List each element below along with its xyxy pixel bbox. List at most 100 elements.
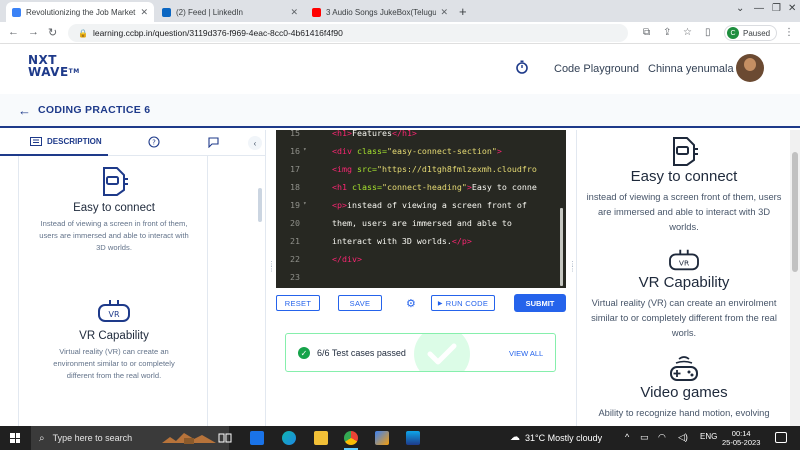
close-icon[interactable]: ✕ (290, 7, 298, 18)
chrome-icon[interactable] (344, 431, 358, 445)
code-line[interactable]: 22 </div> (276, 250, 566, 268)
code-line[interactable]: 21 interact with 3D worlds.</p> (276, 232, 566, 250)
description-content: Easy to connect Instead of viewing a scr… (18, 156, 208, 426)
stopwatch-icon[interactable] (515, 60, 529, 74)
new-tab-icon[interactable]: + (459, 4, 467, 19)
weather-widget[interactable]: ☁ 31°C Mostly cloudy (510, 432, 602, 443)
scrollbar-thumb[interactable] (792, 152, 798, 272)
preview-text: Ability to recognize hand motion, evolvi… (598, 408, 770, 418)
wifi-icon[interactable]: ◠ (658, 432, 666, 443)
task-view-icon[interactable] (218, 431, 232, 445)
svg-text:VR: VR (679, 259, 689, 268)
left-resize-handle[interactable]: ⋮ ⋮ (268, 261, 275, 273)
right-resize-handle[interactable]: ⋮ ⋮ (569, 261, 576, 273)
search-highlight-illustration (160, 429, 218, 447)
restore-icon[interactable]: ❐ (772, 3, 781, 14)
menu-icon[interactable]: ⋮ (784, 27, 794, 38)
code-text: </div> (332, 254, 362, 264)
code-token: </div> (332, 254, 362, 264)
profile-button[interactable]: C Paused (724, 25, 778, 41)
notification-icon[interactable] (775, 432, 787, 443)
avatar[interactable] (736, 54, 764, 82)
chevron-up-icon[interactable]: ^ (625, 432, 629, 442)
code-line[interactable]: 15 <h1>Features</h1> (276, 130, 566, 142)
language-indicator[interactable]: ENG (700, 432, 717, 441)
back-arrow-icon[interactable]: ← (18, 103, 31, 118)
star-icon[interactable]: ☆ (683, 27, 692, 38)
weather-text: 31°C Mostly cloudy (525, 432, 603, 443)
file-explorer-icon[interactable] (314, 431, 328, 445)
discussion-icon[interactable] (208, 137, 219, 148)
result-text: 6/6 Test cases passed (317, 348, 406, 358)
code-editor[interactable]: 15 <h1>Features</h1> 16 ▾ <div class="easy-c… (276, 130, 566, 288)
minimize-icon[interactable]: — (754, 3, 764, 14)
back-icon[interactable]: ← (8, 26, 19, 38)
code-line[interactable]: 18 <h1 class="connect-heading">Easy to co… (276, 178, 566, 196)
code-line[interactable]: 23 (276, 268, 566, 286)
feature-description: Virtual reality (VR) can create an envir… (53, 347, 175, 380)
sidebar-icon[interactable]: ▯ (705, 27, 711, 38)
system-clock[interactable]: 00:14 25-05-2023 (722, 429, 760, 447)
share-icon[interactable]: ⇪ (663, 27, 671, 38)
help-icon[interactable]: ? (148, 136, 160, 148)
user-name[interactable]: Chinna yenumala (648, 63, 734, 75)
fold-icon[interactable]: ▾ (303, 146, 307, 153)
check-circle-icon: ✓ (298, 347, 310, 359)
panel-tabs: DESCRIPTION ? ‹ (0, 130, 265, 156)
vr-goggles-icon: VR (98, 300, 130, 322)
output-preview: Easy to connect instead of viewing a scr… (576, 130, 800, 426)
submit-button[interactable]: SUBMIT (514, 294, 566, 312)
code-text: <h1>Features</h1> (332, 130, 417, 138)
url-field[interactable]: 🔒 learning.ccbp.in/question/3119d376-f96… (68, 24, 628, 42)
browser-tab-3[interactable]: 3 Audio Songs JukeBox(Telugu) | ✕ (306, 2, 454, 22)
reload-icon[interactable]: ↻ (48, 26, 57, 39)
gear-icon[interactable]: ⚙ (406, 297, 416, 310)
photos-icon[interactable] (406, 431, 420, 445)
nxtwave-logo[interactable]: NXT WAVETM (28, 54, 80, 78)
browser-tab-2[interactable]: (2) Feed | LinkedIn ✕ (156, 2, 304, 22)
practice-header: ← CODING PRACTICE 6 (0, 94, 800, 128)
profile-status: Paused (743, 28, 771, 38)
forward-icon[interactable]: → (28, 26, 39, 38)
preview-feature: Easy to connect instead of viewing a scr… (577, 134, 791, 235)
collapse-panel-button[interactable]: ‹ (248, 136, 262, 150)
svg-text:VR: VR (108, 310, 119, 319)
line-number: 16 (290, 146, 300, 156)
scrollbar-thumb[interactable] (258, 188, 262, 222)
close-icon[interactable]: ✕ (440, 7, 448, 18)
close-icon[interactable]: ✕ (140, 7, 148, 18)
open-in-app-icon[interactable]: ⧉ (643, 27, 650, 38)
code-token: instead of viewing a screen front of (347, 200, 527, 210)
code-line[interactable]: 19 ▾ <p>instead of viewing a screen front … (276, 196, 566, 214)
code-line[interactable]: 20 them, users are immersed and able to (276, 214, 566, 232)
code-token: "easy-connect-section" (386, 146, 497, 156)
save-button[interactable]: SAVE (338, 295, 382, 311)
feature-card: Easy to connect Instead of viewing a scr… (19, 164, 209, 254)
reset-button[interactable]: RESET (276, 295, 320, 311)
code-token: <p> (332, 200, 347, 210)
preview-heading: Video games (640, 384, 728, 401)
tab-description[interactable]: DESCRIPTION (30, 137, 102, 146)
close-window-icon[interactable]: ✕ (788, 3, 796, 14)
volume-icon[interactable]: ◁) (678, 432, 688, 443)
run-code-button[interactable]: ▶ RUN CODE (431, 295, 495, 311)
code-line[interactable]: 17 <img src="https://d1tgh8fmlzexmh.cloud… (276, 160, 566, 178)
line-number: 17 (290, 164, 300, 174)
code-line[interactable]: 16 ▾ <div class="easy-connect-section"> (276, 142, 566, 160)
search-placeholder: Type here to search (52, 433, 133, 443)
edge-icon[interactable] (282, 431, 296, 445)
mail-icon[interactable] (250, 431, 264, 445)
code-token: class= (356, 146, 387, 156)
preview-scrollbar[interactable] (790, 130, 800, 426)
view-all-link[interactable]: VIEW ALL (509, 349, 543, 358)
store-icon[interactable] (375, 431, 389, 445)
code-token: </p> (451, 236, 472, 246)
fold-icon[interactable]: ▾ (303, 200, 307, 207)
url-text: learning.ccbp.in/question/3119d376-f969-… (92, 28, 343, 38)
browser-tab-1[interactable]: Revolutionizing the Job Market | ✕ (6, 2, 154, 22)
clock-date: 25-05-2023 (722, 438, 761, 447)
network-icon[interactable]: ▭ (640, 432, 649, 443)
code-playground-link[interactable]: Code Playground (554, 63, 639, 75)
chevron-down-icon[interactable]: ⌄ (736, 3, 744, 14)
windows-start-icon[interactable] (10, 433, 20, 443)
